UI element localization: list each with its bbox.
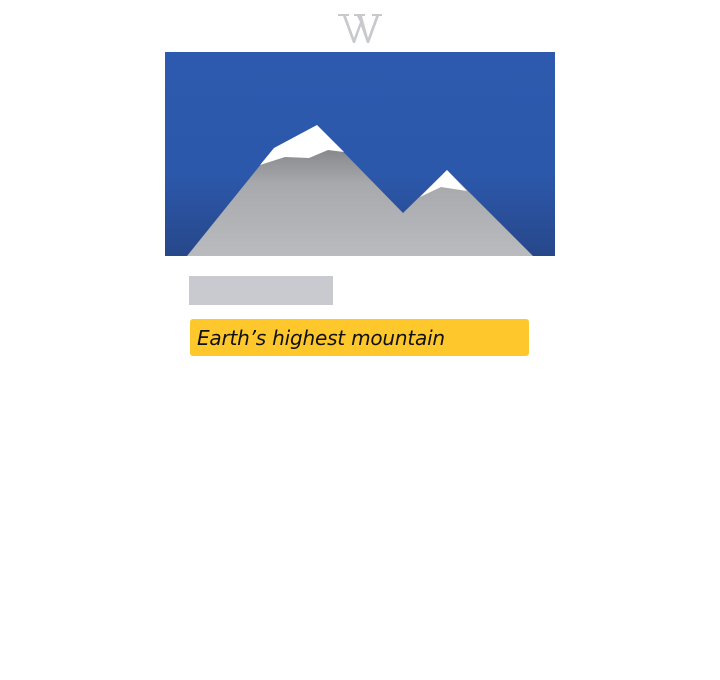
description-highlight: Earth’s highest mountain [190, 319, 529, 356]
title-placeholder [189, 276, 333, 305]
mountain-illustration-icon [165, 52, 555, 256]
article-description: Earth’s highest mountain [197, 325, 445, 350]
wikipedia-w-icon [338, 14, 382, 43]
